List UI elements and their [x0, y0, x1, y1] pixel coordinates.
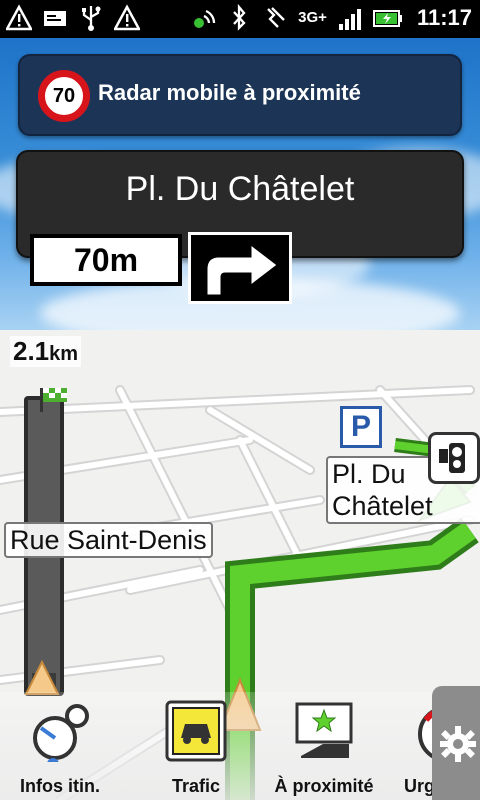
toolbar-item-route-info[interactable]: Infos itin.: [0, 692, 120, 800]
signal-strength-icon: [338, 9, 361, 30]
route-info-icon: [33, 704, 89, 762]
parking-icon[interactable]: P: [340, 406, 382, 448]
street-label-rue-saint-denis: Rue Saint-Denis: [4, 522, 213, 558]
usb-icon: [82, 6, 101, 31]
speed-camera-icon[interactable]: [428, 432, 480, 484]
status-bar: 3G+ 11:17: [0, 0, 480, 38]
bluetooth-icon: [233, 4, 246, 31]
turn-right-arrow-icon: [206, 243, 278, 296]
toolbar-item-nearby[interactable]: À proximité: [264, 692, 384, 800]
finish-flag-icon: [40, 388, 67, 412]
vibrate-icon: [267, 7, 285, 28]
traffic-icon: [165, 700, 227, 762]
distance-to-turn: 70m: [30, 234, 182, 286]
next-street-name: Pl. Du Châtelet: [125, 170, 355, 208]
remaining-distance-unit: km: [49, 343, 79, 365]
radar-alert-banner[interactable]: 70 Radar mobile à proximité: [18, 54, 462, 136]
warning-icon: [114, 4, 140, 31]
nearby-icon: [295, 702, 353, 758]
remaining-distance: 2.1km: [10, 336, 82, 367]
network-indicator: 3G+: [298, 9, 327, 26]
gear-icon: [440, 726, 476, 762]
turn-direction-panel: [188, 232, 292, 304]
speed-limit-sign: 70: [38, 70, 90, 122]
toolbar-item-traffic[interactable]: Trafic: [136, 692, 256, 800]
toolbar-label-nearby: À proximité: [274, 776, 374, 796]
gps-signal-icon: [194, 9, 216, 28]
settings-button[interactable]: [432, 686, 480, 800]
message-icon: [44, 11, 66, 26]
remaining-distance-value: 2.1: [13, 336, 50, 366]
toolbar-label-traffic: Trafic: [171, 776, 221, 796]
battery-icon: [372, 10, 402, 27]
bottom-toolbar: Infos itin. Trafic À proximité Urgenc: [0, 692, 480, 800]
clock: 11:17: [416, 5, 472, 30]
toolbar-label-route-info: Infos itin.: [20, 776, 100, 796]
radar-alert-text: Radar mobile à proximité: [98, 80, 361, 105]
warning-icon: [6, 4, 32, 31]
